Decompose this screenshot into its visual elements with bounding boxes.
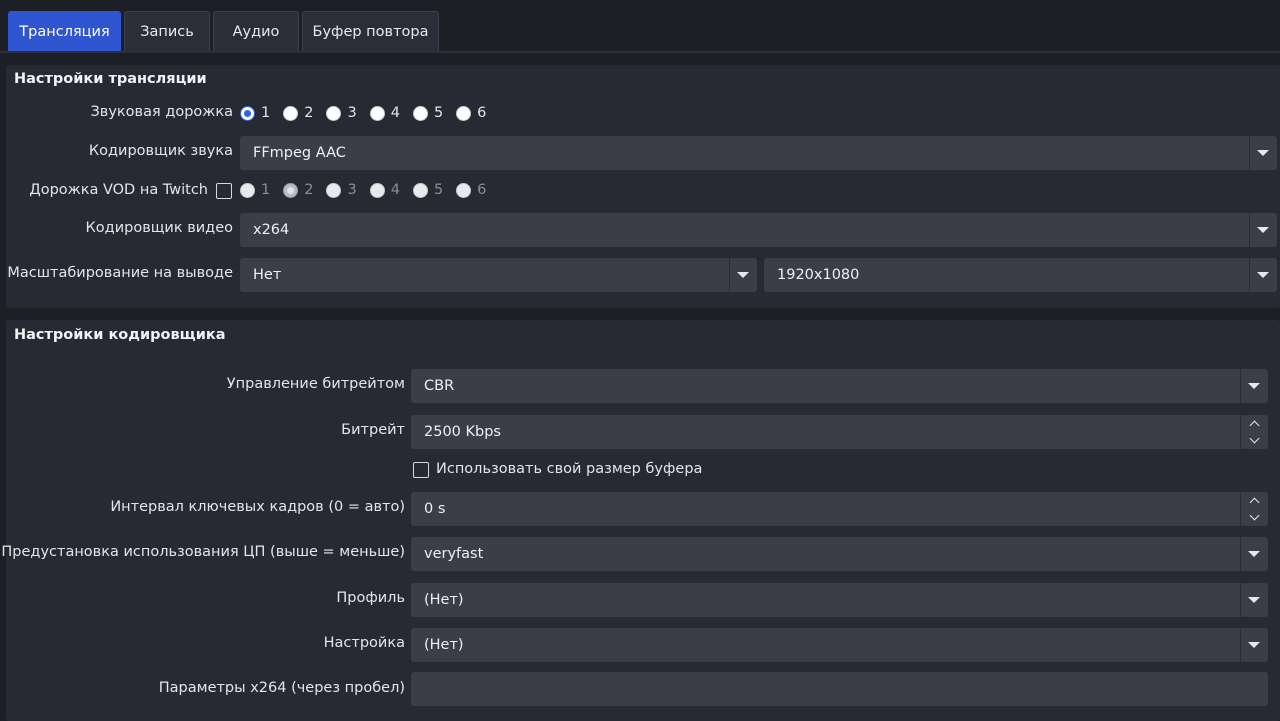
tab-audio[interactable]: Аудио: [213, 11, 299, 51]
profile-label: Профиль: [336, 590, 405, 606]
cpu-preset-value: veryfast: [424, 546, 484, 562]
output-scaling-label: Масштабирование на выводе: [7, 265, 233, 281]
cpu-preset-label: Предустановка использования ЦП (выше = м…: [1, 544, 405, 560]
audio-track-radio-group: 1 2 3 4 5 6: [240, 105, 499, 121]
bitrate-label: Битрейт: [341, 422, 405, 438]
tab-recording[interactable]: Запись: [124, 11, 210, 51]
keyframe-interval-spinbox[interactable]: 0 s: [411, 492, 1268, 526]
video-encoder-label: Кодировщик видео: [85, 220, 233, 236]
chevron-down-icon[interactable]: [1240, 537, 1268, 571]
keyframe-interval-label: Интервал ключевых кадров (0 = авто): [110, 499, 405, 515]
tab-stream[interactable]: Трансляция: [8, 11, 121, 51]
audio-track-radio-2[interactable]: 2: [283, 105, 313, 121]
chevron-up-icon[interactable]: [1240, 492, 1268, 509]
twitch-vod-radio-6[interactable]: 6: [456, 182, 486, 198]
twitch-vod-radio-2[interactable]: 2: [283, 182, 313, 198]
twitch-vod-checkbox[interactable]: [216, 183, 232, 199]
video-encoder-select[interactable]: x264: [240, 213, 1277, 247]
rate-control-label: Управление битрейтом: [226, 376, 405, 392]
stream-settings-title: Настройки трансляции: [14, 71, 207, 87]
chevron-down-icon[interactable]: [1249, 258, 1277, 292]
audio-track-radio-1[interactable]: 1: [240, 105, 270, 121]
twitch-vod-radio-3[interactable]: 3: [326, 182, 357, 198]
twitch-vod-radio-4[interactable]: 4: [369, 182, 400, 198]
audio-track-radio-5[interactable]: 5: [412, 105, 443, 121]
tab-divider: [0, 51, 1280, 53]
tab-replay-buffer[interactable]: Буфер повтора: [302, 11, 439, 51]
rate-control-select[interactable]: CBR: [411, 369, 1268, 403]
tab-bar: Трансляция Запись Аудио Буфер повтора: [0, 0, 1280, 53]
tune-label: Настройка: [323, 635, 405, 651]
output-resolution-select[interactable]: 1920x1080: [764, 258, 1277, 292]
audio-encoder-select[interactable]: FFmpeg AAC: [240, 136, 1277, 170]
keyframe-interval-value: 0 s: [424, 501, 446, 517]
encoder-settings-title: Настройки кодировщика: [14, 327, 226, 343]
chevron-down-icon[interactable]: [1240, 583, 1268, 617]
chevron-down-icon[interactable]: [729, 258, 757, 292]
chevron-down-icon[interactable]: [1249, 136, 1277, 170]
video-encoder-value: x264: [253, 222, 290, 238]
output-resolution-value: 1920x1080: [777, 267, 860, 283]
audio-track-radio-3[interactable]: 3: [326, 105, 357, 121]
audio-track-radio-6[interactable]: 6: [456, 105, 486, 121]
chevron-down-icon[interactable]: [1240, 369, 1268, 403]
bitrate-spinbox[interactable]: 2500 Kbps: [411, 415, 1268, 449]
tune-select[interactable]: (Нет): [411, 628, 1268, 662]
twitch-vod-label: Дорожка VOD на Twitch: [29, 182, 208, 198]
audio-encoder-label: Кодировщик звука: [88, 143, 233, 159]
chevron-down-icon[interactable]: [1240, 509, 1268, 526]
audio-track-label: Звуковая дорожка: [90, 104, 234, 120]
twitch-vod-radio-group: 1 2 3 4 5 6: [240, 182, 499, 198]
chevron-down-icon[interactable]: [1240, 432, 1268, 449]
cpu-preset-select[interactable]: veryfast: [411, 537, 1268, 571]
x264-options-label: Параметры x264 (через пробел): [158, 680, 405, 696]
chevron-up-icon[interactable]: [1240, 415, 1268, 432]
chevron-down-icon[interactable]: [1240, 628, 1268, 662]
audio-track-radio-4[interactable]: 4: [369, 105, 400, 121]
x264-options-input[interactable]: [411, 672, 1268, 706]
rate-control-value: CBR: [424, 378, 455, 394]
output-scaling-select[interactable]: Нет: [240, 258, 757, 292]
custom-buffer-checkbox[interactable]: [413, 462, 429, 478]
twitch-vod-radio-1[interactable]: 1: [240, 182, 270, 198]
custom-buffer-label: Использовать свой размер буфера: [436, 461, 703, 477]
tune-value: (Нет): [424, 637, 464, 653]
chevron-down-icon[interactable]: [1249, 213, 1277, 247]
output-scaling-value: Нет: [253, 267, 282, 283]
profile-select[interactable]: (Нет): [411, 583, 1268, 617]
audio-encoder-value: FFmpeg AAC: [253, 145, 346, 161]
twitch-vod-radio-5[interactable]: 5: [412, 182, 443, 198]
profile-value: (Нет): [424, 592, 464, 608]
bitrate-value: 2500 Kbps: [424, 424, 501, 440]
